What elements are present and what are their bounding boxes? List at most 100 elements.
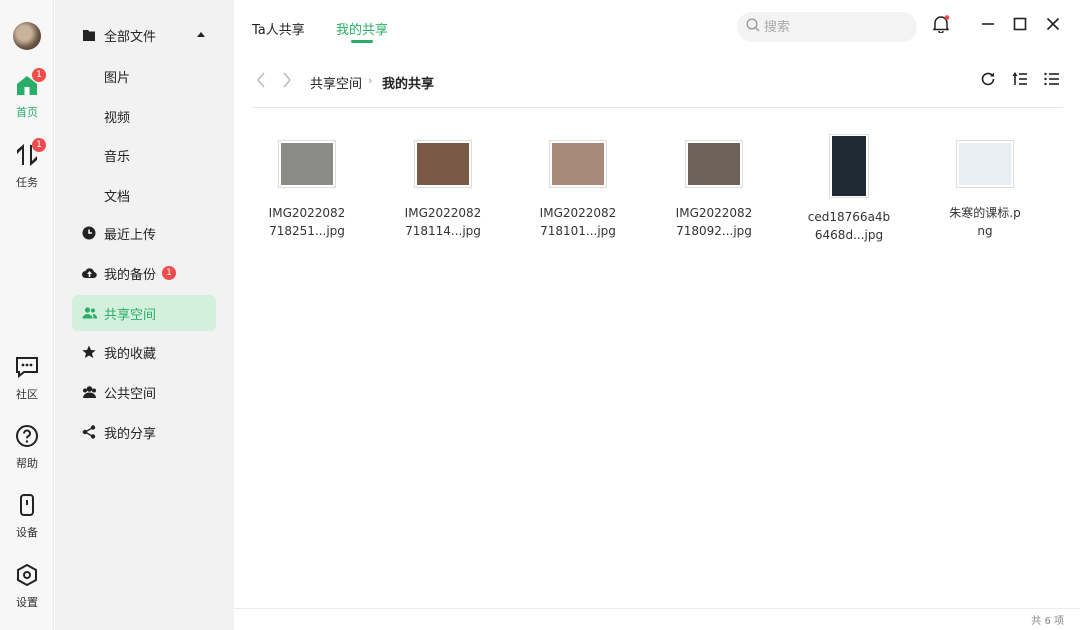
refresh-button[interactable] [978, 71, 998, 91]
rail-item-settings[interactable]: 设置 [0, 562, 54, 610]
status-divider [234, 608, 1080, 609]
rail-label-community: 社区 [16, 388, 38, 401]
clock-icon [81, 225, 97, 241]
sidebar-item-shared-space[interactable]: 共享空间 [72, 295, 216, 331]
settings-icon [14, 562, 40, 588]
breadcrumb-current: 我的共享 [382, 77, 435, 92]
file-thumbnail [278, 140, 336, 188]
file-thumbnail [414, 140, 472, 188]
forward-arrow-icon[interactable] [282, 72, 292, 92]
left-rail: 1 首页 1 任务 社区 帮助 设备 设置 [0, 0, 54, 630]
rail-label-home: 首页 [16, 106, 38, 119]
sidebar-item-label: 全部文件 [104, 29, 157, 45]
file-name: IMG2022082 718114...jpg [404, 206, 482, 238]
share-icon [81, 424, 97, 440]
backup-badge: 1 [162, 266, 177, 280]
sidebar-item-backup[interactable]: 我的备份 1 [72, 255, 216, 291]
transfer-icon: 1 [14, 138, 46, 168]
toolbar-divider [252, 107, 1063, 108]
item-count: 共 6 项 [1031, 616, 1064, 627]
maximize-icon [1013, 17, 1027, 35]
file-thumbnail [829, 134, 869, 198]
home-icon: 1 [14, 68, 46, 98]
file-name: IMG2022082 718092...jpg [675, 206, 753, 238]
list-view-button[interactable] [1042, 71, 1062, 91]
rail-label-device: 设备 [16, 526, 38, 539]
close-icon [1046, 17, 1060, 35]
sidebar-sub-images[interactable]: 图片 [104, 67, 130, 86]
file-thumbnail [685, 140, 743, 188]
sidebar-item-favorites[interactable]: 我的收藏 [72, 334, 216, 370]
sort-button[interactable] [1010, 71, 1030, 91]
folder-icon [81, 27, 97, 43]
home-badge: 1 [32, 68, 46, 82]
close-button[interactable] [1043, 16, 1063, 36]
thumb-fill [552, 143, 604, 185]
file-thumbnail [549, 140, 607, 188]
users-icon [81, 305, 97, 321]
group-icon [81, 384, 97, 400]
tab-others-share[interactable]: Ta人共享 [252, 19, 305, 38]
rail-item-tasks[interactable]: 1 任务 [0, 138, 54, 190]
file-name: ced18766a4b 6468d...jpg [807, 210, 891, 242]
thumb-fill [417, 143, 469, 185]
minimize-icon [981, 17, 995, 35]
sidebar-sub-music[interactable]: 音乐 [104, 146, 130, 165]
sidebar-item-label: 我的分享 [104, 426, 157, 442]
collapse-caret-icon[interactable] [197, 32, 205, 37]
back-arrow-icon[interactable] [256, 72, 266, 92]
tasks-badge: 1 [32, 138, 46, 152]
sidebar-item-all-files[interactable]: 全部文件 [72, 17, 216, 53]
file-name: IMG2022082 718251...jpg [268, 206, 346, 238]
rail-item-home[interactable]: 1 首页 [0, 68, 54, 120]
sidebar-item-label: 最近上传 [104, 227, 157, 243]
rail-label-help: 帮助 [16, 457, 38, 470]
sidebar-item-public-space[interactable]: 公共空间 [72, 374, 216, 410]
bell-icon [932, 15, 950, 37]
sidebar-item-label: 我的备份 [104, 267, 157, 283]
sidebar-item-label: 共享空间 [104, 307, 157, 323]
thumb-fill [959, 143, 1011, 185]
file-name: 朱寒的课标.p ng [949, 206, 1021, 238]
minimize-button[interactable] [978, 16, 998, 36]
sort-icon [1012, 71, 1028, 91]
file-item[interactable]: IMG2022082 718101...jpg [523, 140, 633, 240]
sidebar-sub-documents[interactable]: 文档 [104, 186, 130, 205]
sidebar-sub-videos[interactable]: 视频 [104, 107, 130, 126]
file-item[interactable]: ced18766a4b 6468d...jpg [794, 134, 904, 244]
sidebar-item-my-share[interactable]: 我的分享 [72, 414, 216, 450]
breadcrumb-root[interactable]: 共享空间 [310, 73, 362, 92]
search-input[interactable] [764, 19, 904, 35]
cloud-upload-icon [81, 265, 97, 281]
sidebar-item-label: 公共空间 [104, 386, 157, 402]
file-item[interactable]: IMG2022082 718114...jpg [388, 140, 498, 240]
active-tab-indicator [351, 40, 373, 43]
tab-my-share[interactable]: 我的共享 [336, 19, 388, 38]
rail-item-device[interactable]: 设备 [0, 492, 54, 540]
thumb-fill [688, 143, 740, 185]
star-icon [81, 344, 97, 360]
maximize-button[interactable] [1010, 16, 1030, 36]
rail-item-help[interactable]: 帮助 [0, 423, 54, 471]
chat-icon [14, 354, 40, 380]
search-box[interactable] [737, 12, 917, 42]
sidebar: 全部文件 图片 视频 音乐 文档 最近上传 我的备份 1 共享空间 我的收藏 公… [55, 0, 234, 630]
search-icon [746, 18, 760, 36]
thumb-fill [832, 136, 866, 196]
rail-item-community[interactable]: 社区 [0, 354, 54, 402]
rail-label-settings: 设置 [16, 596, 38, 609]
sidebar-item-label: 我的收藏 [104, 346, 157, 362]
list-view-icon [1044, 71, 1060, 91]
file-name: IMG2022082 718101...jpg [539, 206, 617, 238]
toolbar: 共享空间 › 我的共享 [252, 62, 1064, 100]
top-bar: Ta人共享 我的共享 [234, 0, 1080, 54]
help-icon [14, 423, 40, 449]
file-item[interactable]: 朱寒的课标.p ng [930, 140, 1040, 240]
file-item[interactable]: IMG2022082 718092...jpg [659, 140, 769, 240]
notification-bell-button[interactable] [931, 15, 951, 37]
file-item[interactable]: IMG2022082 718251...jpg [252, 140, 362, 240]
sidebar-item-recent[interactable]: 最近上传 [72, 215, 216, 251]
avatar[interactable] [13, 22, 41, 50]
rail-label-tasks: 任务 [16, 176, 38, 189]
thumb-fill [281, 143, 333, 185]
